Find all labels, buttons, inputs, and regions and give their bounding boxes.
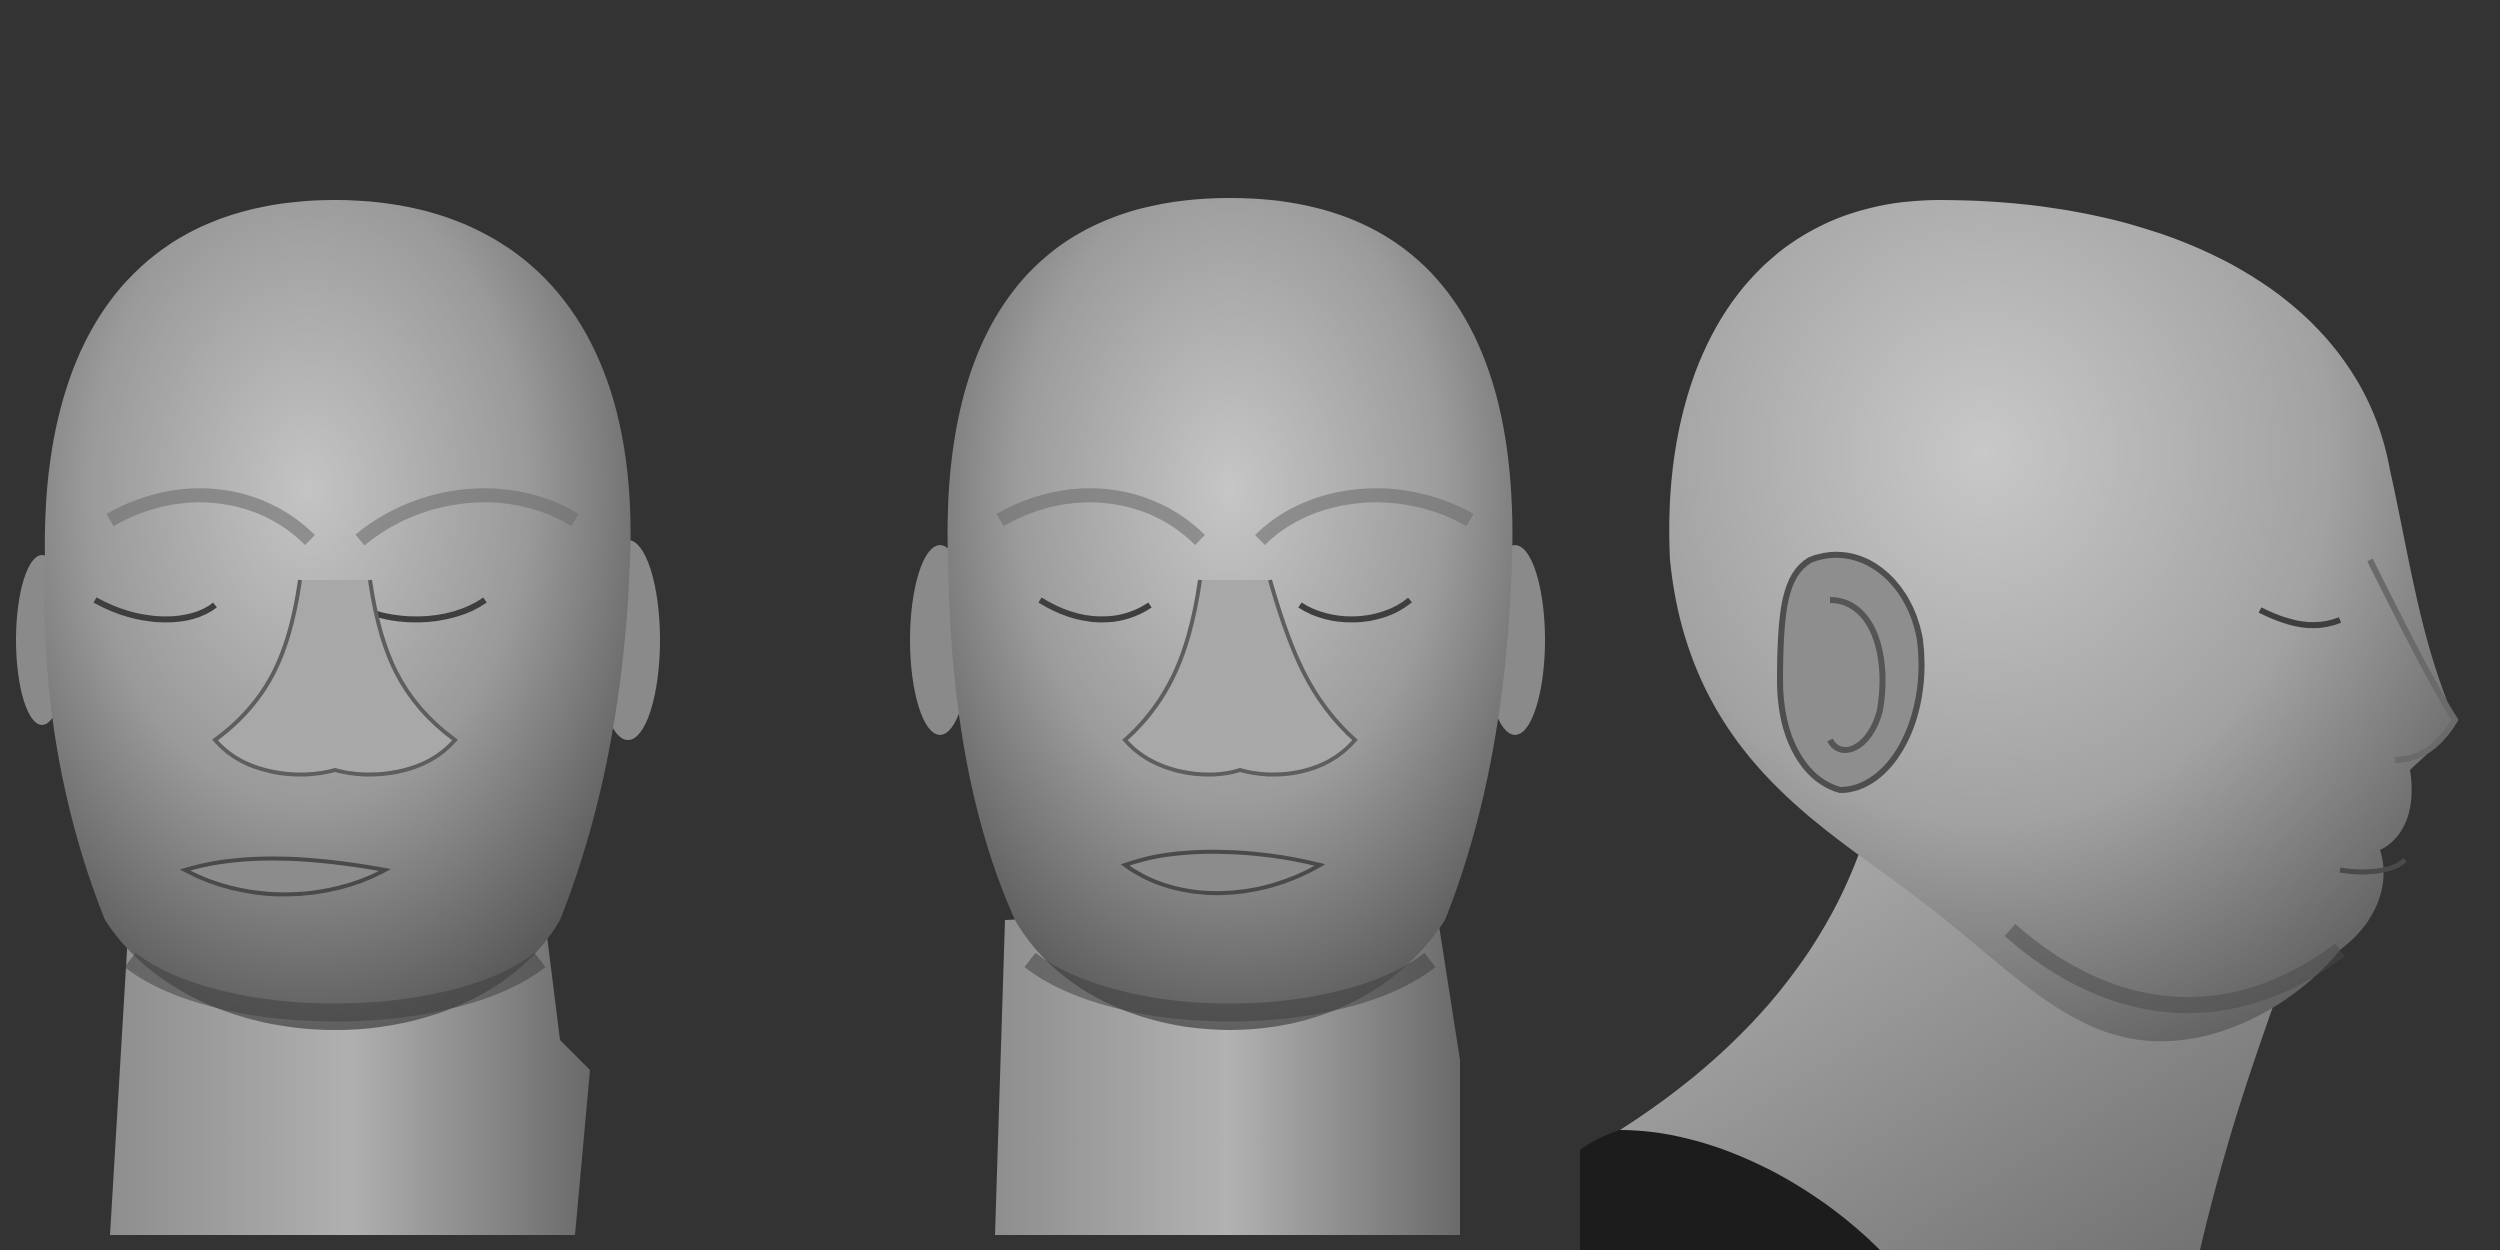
head-sculpt-side-view — [1580, 0, 2500, 1250]
head-sculpt-front-view-left — [0, 0, 700, 1250]
viewport-canvas — [0, 0, 2500, 1250]
head-sculpt-front-view-center — [880, 0, 1580, 1250]
